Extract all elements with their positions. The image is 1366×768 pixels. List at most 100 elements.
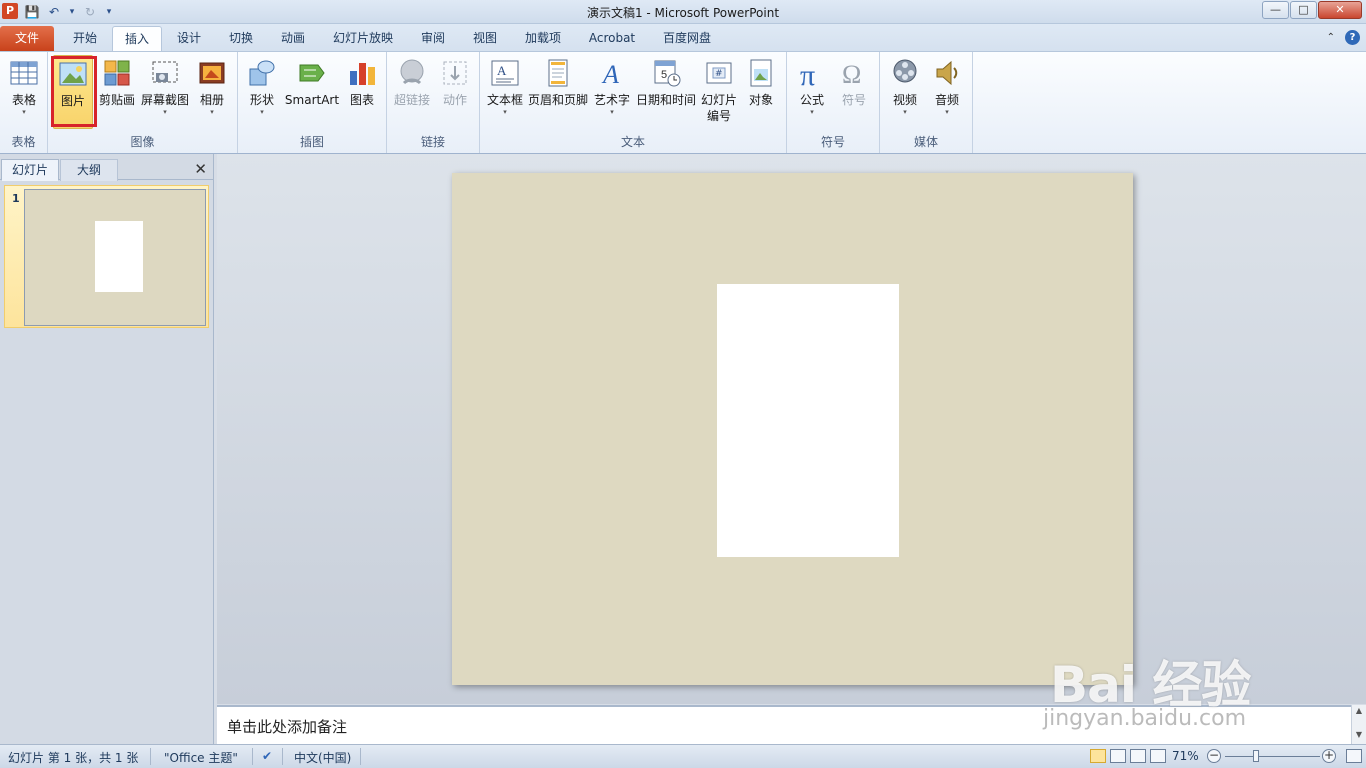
zoom-slider-track[interactable] [1225,756,1320,757]
slide-thumbnail[interactable] [24,189,206,326]
hyperlink-button[interactable]: 超链接 [391,55,433,108]
object-icon [750,59,772,87]
reading-view-icon[interactable] [1130,749,1146,763]
film-reel-icon [893,59,917,83]
group-illustrations: 形状 ▾ SmartArt 图表 插图 [238,52,387,153]
table-button[interactable]: 表格 ▾ [5,55,43,116]
chevron-down-icon: ▾ [210,108,214,116]
chart-button[interactable]: 图表 [342,55,382,108]
group-label-text: 文本 [620,135,645,149]
audio-button[interactable]: 音频 ▾ [928,55,966,116]
tab-home[interactable]: 开始 [62,26,108,51]
chevron-down-icon: ▾ [903,108,907,116]
white-rectangle-shape[interactable] [717,284,899,557]
scroll-down-icon[interactable]: ▼ [1352,729,1366,741]
chevron-down-icon: ▾ [22,108,26,116]
tab-design[interactable]: 设计 [166,26,212,51]
close-button[interactable]: ✕ [1318,1,1362,19]
group-label-tables: 表格 [11,135,36,149]
notes-scrollbar[interactable]: ▲ ▼ [1351,705,1366,744]
svg-text:5: 5 [661,69,667,81]
zoom-in-icon[interactable]: + [1322,749,1336,763]
pi-icon: π [800,59,815,89]
collapse-ribbon-icon[interactable]: ⌃ [1327,32,1335,43]
group-label-images: 图像 [130,135,155,149]
help-icon[interactable]: ? [1345,30,1360,45]
zoom-slider-thumb[interactable] [1253,750,1259,762]
svg-text:π: π [800,59,815,89]
action-button[interactable]: 动作 [437,55,473,108]
shapes-button[interactable]: 形状 ▾ [244,55,280,116]
status-divider [150,748,151,765]
svg-text:A: A [601,60,619,89]
thumbnail-white-rectangle [95,221,143,292]
symbol-button[interactable]: Ω 符号 [835,55,873,108]
status-bar: 幻灯片 第 1 张，共 1 张 "Office 主题" ✔ 中文(中国) 71%… [0,744,1366,768]
group-links: 超链接 动作 链接 [387,52,480,153]
slide-number: 1 [12,192,20,205]
title-bar: P 💾 ↶ ▾ ↻ ▾ 演示文稿1 - Microsoft PowerPoint… [0,0,1366,24]
hyperlink-icon [400,59,424,85]
photo-album-button[interactable]: 相册 ▾ [194,55,230,116]
wordart-button[interactable]: A 艺术字 ▾ [592,55,632,116]
calendar-clock-icon: 5 [654,60,681,87]
tab-animations[interactable]: 动画 [270,26,316,51]
slide-count-status: 幻灯片 第 1 张，共 1 张 [8,751,139,765]
chevron-down-icon: ▾ [260,108,264,116]
baidu-watermark-url: jingyan.baidu.com [1043,706,1247,731]
tab-baidu-netdisk[interactable]: 百度网盘 [654,26,720,51]
zoom-out-icon[interactable]: − [1207,749,1221,763]
date-time-button[interactable]: 5 日期和时间 [635,55,697,108]
panel-tabs: 幻灯片 大纲 ✕ [0,156,213,181]
scroll-up-icon[interactable]: ▲ [1352,705,1366,717]
svg-text:#: # [715,69,723,79]
tab-slideshow[interactable]: 幻灯片放映 [324,26,402,51]
ribbon-tab-bar: 文件 开始 插入 设计 切换 动画 幻灯片放映 审阅 视图 加载项 Acroba… [0,24,1366,51]
group-text: A 文本框 ▾ 页眉和页脚 A 艺术字 ▾ 5 日期和时间 # 幻灯片 编号 对… [480,52,787,153]
close-panel-icon[interactable]: ✕ [194,160,207,178]
tab-addins[interactable]: 加载项 [516,26,570,51]
tab-view[interactable]: 视图 [462,26,508,51]
object-button[interactable]: 对象 [743,55,779,108]
clipart-button[interactable]: 剪贴画 [98,55,136,108]
tab-acrobat[interactable]: Acrobat [580,26,644,51]
slide-number-button[interactable]: # 幻灯片 编号 [699,55,739,124]
status-divider [282,748,283,765]
slide-editing-area [217,154,1366,704]
group-label-symbols: 符号 [820,135,845,149]
theme-status[interactable]: "Office 主题" [164,749,238,766]
normal-view-icon[interactable] [1090,749,1106,763]
textbox-icon: A [491,60,519,86]
slide-sorter-icon[interactable] [1110,749,1126,763]
header-footer-button[interactable]: 页眉和页脚 [528,55,588,108]
minimize-button[interactable]: — [1262,1,1289,19]
omega-icon: Ω [842,60,861,89]
status-divider [252,748,253,765]
video-button[interactable]: 视频 ▾ [886,55,924,116]
smartart-button[interactable]: SmartArt [284,55,340,108]
tab-transitions[interactable]: 切换 [218,26,264,51]
chart-icon [350,63,375,85]
group-label-media: 媒体 [913,135,938,149]
maximize-button[interactable]: □ [1290,1,1317,19]
wordart-icon: A [601,60,619,89]
chevron-down-icon: ▾ [945,108,949,116]
photo-album-icon [199,62,225,84]
tab-outline[interactable]: 大纲 [60,159,118,181]
chevron-down-icon: ▾ [503,108,507,116]
spellcheck-icon[interactable]: ✔ [262,749,272,763]
table-icon [10,61,38,85]
slide-canvas[interactable] [452,173,1133,685]
textbox-button[interactable]: A 文本框 ▾ [485,55,525,116]
tab-review[interactable]: 审阅 [410,26,456,51]
tab-file[interactable]: 文件 [0,26,54,51]
zoom-level[interactable]: 71% [1172,749,1199,763]
tab-insert[interactable]: 插入 [112,26,162,51]
fit-to-window-icon[interactable] [1346,749,1362,763]
slideshow-view-icon[interactable] [1150,749,1166,763]
screenshot-button[interactable]: 屏幕截图 ▾ [140,55,190,116]
language-status[interactable]: 中文(中国) [294,749,351,766]
slide-thumbnail-item[interactable]: 1 [4,185,209,328]
tab-slides[interactable]: 幻灯片 [1,159,59,181]
equation-button[interactable]: π 公式 ▾ [793,55,831,116]
